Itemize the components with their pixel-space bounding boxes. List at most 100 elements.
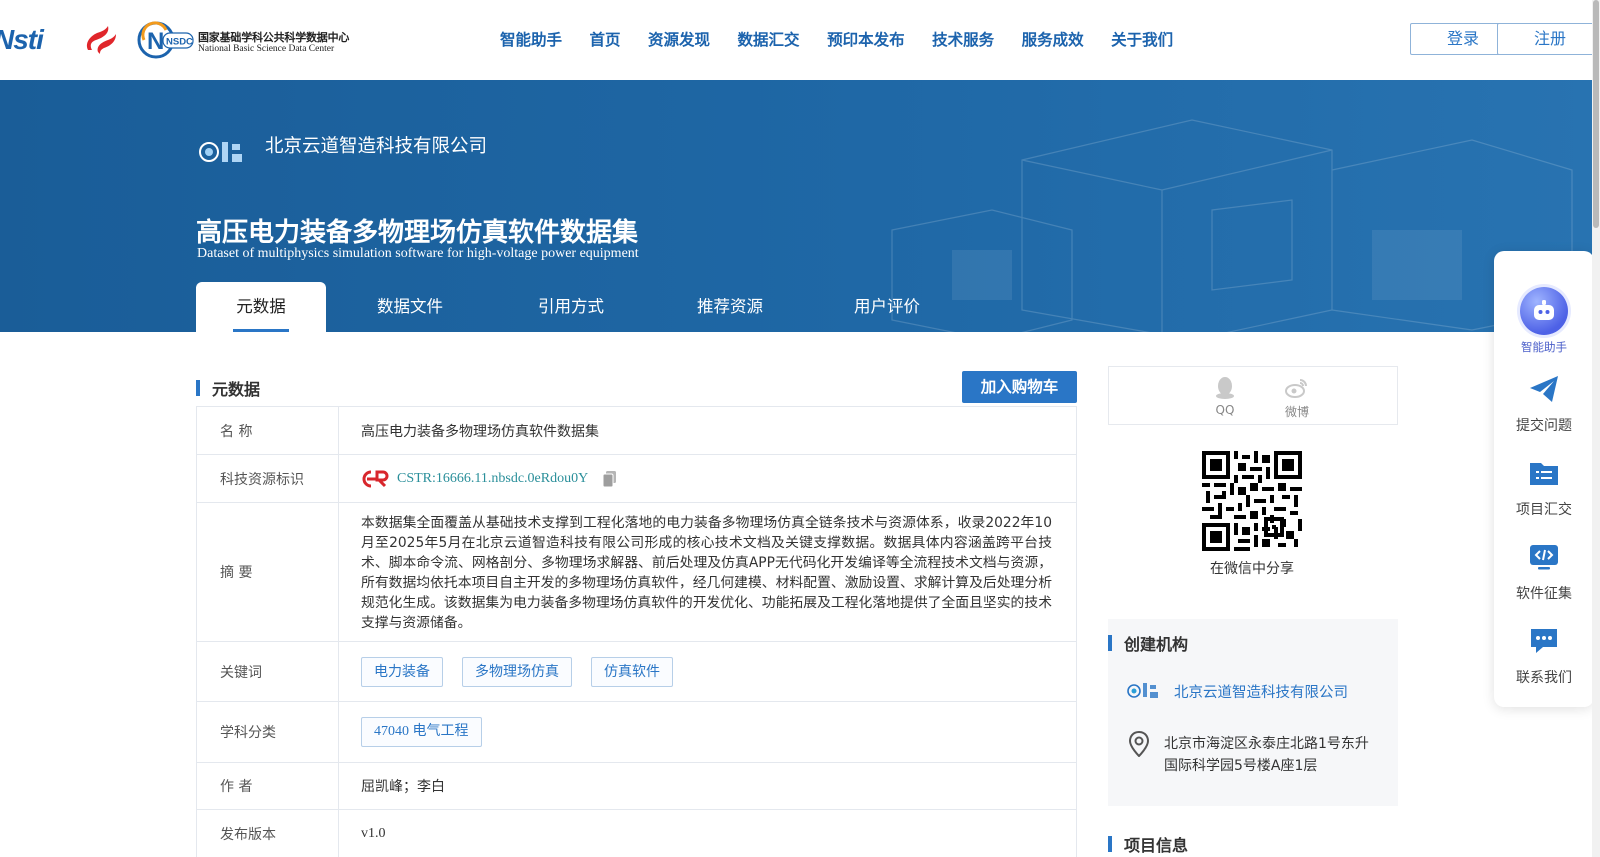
cstr-logo-icon [362,470,389,487]
table-row: 学科分类 47040 电气工程 [197,702,1076,763]
keywords-cell: 电力装备 多物理场仿真 仿真软件 [339,642,1076,701]
nav-preprint[interactable]: 预印本发布 [827,28,905,50]
nav-tech-services[interactable]: 技术服务 [932,28,994,50]
paper-plane-icon [1530,376,1558,402]
svg-text:N: N [147,28,164,55]
nsdc-name-cn: 国家基础学科公共科学数据中心 [198,31,350,44]
version-label: 发布版本 [197,810,339,857]
nav-about-us[interactable]: 关于我们 [1111,28,1173,50]
float-software-collection[interactable]: 软件征集 [1494,541,1594,603]
nav-data-submission[interactable]: 数据汇交 [738,28,800,50]
nsdc-badge-text: NSDC [166,37,193,48]
share-box: QQ 微博 [1108,366,1398,425]
page: Nsti N NSDC 国家基础学科公共科学数据中心 National Basi… [0,0,1600,857]
share-weibo-label: 微博 [1284,405,1309,419]
robot-icon [1520,287,1568,335]
float-contact-us-label: 联系我们 [1516,670,1572,686]
table-row: 发布版本 v1.0 [197,810,1076,857]
weibo-icon [1285,379,1307,398]
keyword-tag[interactable]: 仿真软件 [591,656,673,687]
creator-org-link[interactable]: 北京云道智造科技有限公司 [1174,681,1348,702]
metadata-section-title: 元数据 [212,380,261,399]
folder-list-icon [1530,463,1558,485]
table-row: 关键词 电力装备 多物理场仿真 仿真软件 [197,642,1076,702]
subject-tag[interactable]: 47040 电气工程 [361,717,482,747]
nav-home[interactable]: 首页 [590,28,621,50]
abstract-text: 本数据集全面覆盖从基础技术支撑到工程化落地的电力装备多物理场仿真全链条技术与资源… [361,515,1052,631]
table-row: 作 者 屈凯峰；李白 [197,763,1076,810]
banner-org-name[interactable]: 北京云道智造科技有限公司 [265,132,487,158]
metadata-section-header: 元数据 [196,376,260,400]
float-contact-us[interactable]: 联系我们 [1494,625,1594,687]
dataset-banner: 北京云道智造科技有限公司 高压电力装备多物理场仿真软件数据集 Dataset o… [0,80,1592,332]
share-qq[interactable]: QQ [1205,376,1245,417]
dataset-title-en: Dataset of multiphysics simulation softw… [197,246,639,261]
floating-toolbar: 智能助手 提交问题 项目汇交 软件征集 联系我们 [1494,251,1594,707]
float-project-submission-label: 项目汇交 [1516,502,1572,518]
code-icon [1530,545,1558,570]
section-bar-mark [196,380,200,396]
nsdc-logo[interactable]: N NSDC 国家基础学科公共科学数据中心 National Basic Sci… [136,20,350,60]
chat-bubble-icon [1531,629,1557,653]
main-nav: 智能助手 首页 资源发现 数据汇交 预印本发布 技术服务 服务成效 关于我们 [500,28,1201,50]
author-label: 作 者 [197,763,339,809]
partner-logo-icon[interactable] [82,24,118,56]
copy-icon[interactable] [602,470,618,488]
table-row: 摘 要 本数据集全面覆盖从基础技术支撑到工程化落地的电力装备多物理场仿真全链条技… [197,503,1076,642]
abstract-label: 摘 要 [197,503,339,641]
tab-user-reviews[interactable]: 用户评价 [812,282,962,332]
share-weibo[interactable]: 微博 [1277,376,1317,420]
table-row: 科技资源标识 CSTR:16666.11.nbsdc.0eRdou0Y [197,455,1076,503]
keywords-label: 关键词 [197,642,339,701]
creator-org-panel: 创建机构 北京云道智造科技有限公司 北京市海淀区永泰庄北路1号东升国际科学园5号… [1108,619,1398,806]
creator-address: 北京市海淀区永泰庄北路1号东升国际科学园5号楼A座1层 [1164,736,1369,774]
metadata-table: 名 称 高压电力装备多物理场仿真软件数据集 科技资源标识 CSTR:16666.… [196,406,1077,857]
nav-ai-assistant[interactable]: 智能助手 [500,28,562,50]
dataset-tabs: 元数据 数据文件 引用方式 推荐资源 用户评价 [196,282,962,332]
keyword-tag[interactable]: 电力装备 [361,656,443,687]
tab-metadata[interactable]: 元数据 [196,282,326,332]
section-bar-mark [1108,836,1112,852]
org-logo-icon [199,142,242,162]
float-submit-question[interactable]: 提交问题 [1494,373,1594,435]
qr-caption: 在微信中分享 [1210,561,1294,577]
nsti-logo-text: Nsti [0,24,44,55]
share-qq-label: QQ [1215,403,1235,417]
location-pin-icon [1128,731,1150,757]
identifier-label: 科技资源标识 [197,455,339,502]
cstr-link[interactable]: CSTR:16666.11.nbsdc.0eRdou0Y [397,471,588,487]
author-value: 屈凯峰；李白 [361,779,445,795]
float-submit-question-label: 提交问题 [1516,418,1572,434]
qq-icon [1216,377,1234,399]
section-bar-mark [1108,635,1112,651]
scrollbar-thumb[interactable] [1593,0,1599,228]
float-software-collection-label: 软件征集 [1516,586,1572,602]
nsti-logo[interactable]: Nsti [0,22,70,58]
table-row: 名 称 高压电力装备多物理场仿真软件数据集 [197,407,1076,455]
dataset-title-cn: 高压电力装备多物理场仿真软件数据集 [196,218,639,248]
subject-label: 学科分类 [197,702,339,762]
nav-service-results[interactable]: 服务成效 [1022,28,1084,50]
nav-resource-discovery[interactable]: 资源发现 [648,28,710,50]
version-value: v1.0 [361,825,386,841]
nsdc-name-en: National Basic Science Data Center [198,44,335,54]
creator-title: 创建机构 [1124,635,1189,654]
float-project-submission[interactable]: 项目汇交 [1494,457,1594,519]
add-to-cart-button[interactable]: 加入购物车 [962,371,1077,403]
creator-header: 创建机构 [1108,631,1188,655]
name-value: 高压电力装备多物理场仿真软件数据集 [361,423,599,440]
float-ai-assistant[interactable]: 智能助手 [1494,287,1594,355]
subject-cell: 47040 电气工程 [339,702,1076,762]
identifier-cell: CSTR:16666.11.nbsdc.0eRdou0Y [339,455,1076,502]
keyword-tag[interactable]: 多物理场仿真 [462,656,572,687]
top-header: Nsti N NSDC 国家基础学科公共科学数据中心 National Basi… [0,0,1600,80]
wechat-qr-code [1202,451,1302,551]
tab-recommended[interactable]: 推荐资源 [648,282,812,332]
tab-citation[interactable]: 引用方式 [494,282,648,332]
tab-data-files[interactable]: 数据文件 [326,282,494,332]
creator-org-logo-icon [1127,683,1158,698]
name-label: 名 称 [197,407,339,454]
register-button[interactable]: 注册 [1497,23,1600,55]
project-info-header: 项目信息 [1108,832,1188,856]
project-info-title: 项目信息 [1124,836,1189,855]
